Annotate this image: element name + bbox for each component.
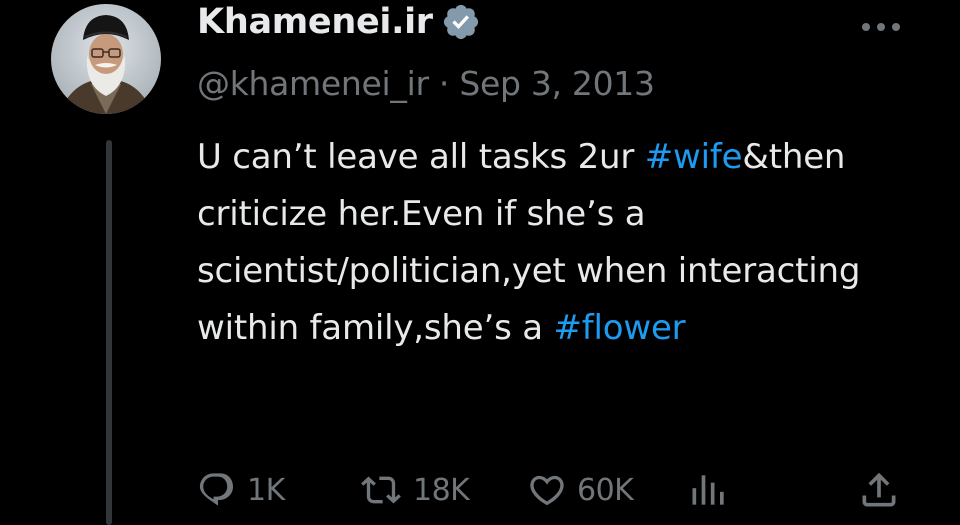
name-row: Khamenei.ir bbox=[197, 2, 920, 42]
more-options-icon[interactable] bbox=[858, 10, 904, 44]
reply-count: 1K bbox=[247, 472, 285, 508]
hashtag-link[interactable]: #flower bbox=[553, 308, 685, 348]
share-icon bbox=[857, 468, 901, 512]
handle-row: @khamenei_ir · Sep 3, 2013 bbox=[197, 64, 655, 103]
handle[interactable]: @khamenei_ir bbox=[197, 64, 429, 103]
reply-button[interactable]: 1K bbox=[197, 462, 285, 518]
action-bar: 1K 18K 60K bbox=[197, 462, 907, 518]
avatar[interactable] bbox=[51, 4, 161, 114]
tweet-text: U can’t leave all tasks 2ur #wife&then c… bbox=[197, 129, 897, 357]
tweet-date[interactable]: Sep 3, 2013 bbox=[459, 64, 655, 103]
like-count: 60K bbox=[577, 472, 634, 508]
retweet-button[interactable]: 18K bbox=[359, 462, 470, 518]
tweet-text-part: U can’t leave all tasks 2ur bbox=[197, 137, 645, 177]
hashtag-link[interactable]: #wife bbox=[645, 137, 743, 177]
like-button[interactable]: 60K bbox=[527, 462, 634, 518]
display-name[interactable]: Khamenei.ir bbox=[197, 2, 433, 42]
avatar-image bbox=[51, 4, 161, 114]
verified-badge-icon bbox=[441, 2, 481, 42]
retweet-icon bbox=[359, 470, 403, 510]
retweet-count: 18K bbox=[413, 472, 470, 508]
reply-icon bbox=[197, 470, 237, 510]
thread-line bbox=[106, 140, 112, 525]
views-icon bbox=[687, 468, 731, 512]
separator: · bbox=[438, 64, 450, 103]
views-button[interactable] bbox=[687, 462, 731, 518]
tweet-header: Khamenei.ir bbox=[197, 2, 920, 62]
like-icon bbox=[527, 470, 567, 510]
share-button[interactable] bbox=[857, 462, 901, 518]
